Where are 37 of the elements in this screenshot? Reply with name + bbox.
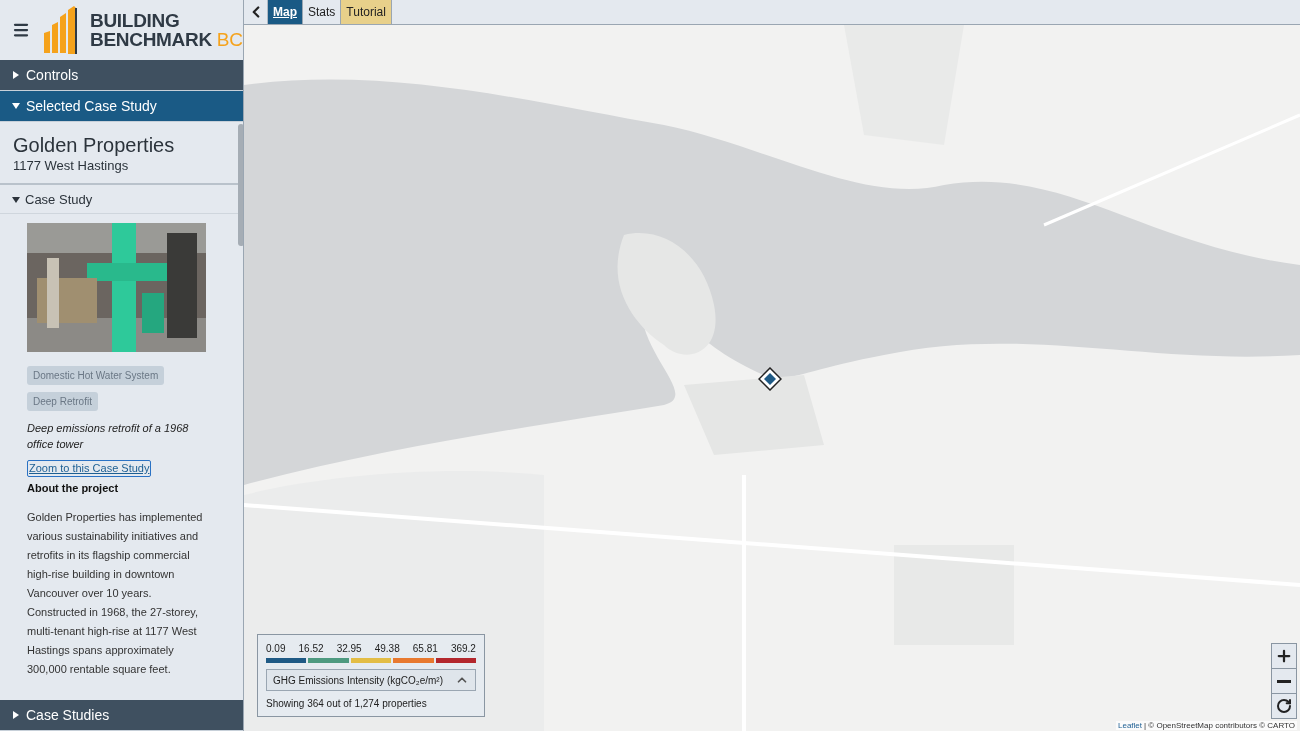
menu-icon[interactable] xyxy=(12,21,30,39)
panel-header[interactable]: Case Studies xyxy=(0,700,243,731)
zoom-out-button[interactable] xyxy=(1272,669,1296,693)
panel-header[interactable]: Selected Case Study xyxy=(0,91,243,122)
caret-icon xyxy=(12,71,20,79)
scrollbar-thumb[interactable] xyxy=(238,124,243,246)
legend-value: 0.09 xyxy=(266,643,286,654)
minus-icon xyxy=(1277,679,1291,683)
legend-value: 16.52 xyxy=(298,643,324,654)
caret-icon xyxy=(12,102,20,110)
tag: Domestic Hot Water System xyxy=(27,366,165,385)
plus-icon xyxy=(1275,647,1293,665)
metric-select[interactable]: GHG Emissions Intensity (kgCO₂e/m²) xyxy=(266,669,476,691)
about-text: Golden Properties has implemented various sustainability initiatives and retrofits in its flagship commercial high-rise building in downtown Vancouver over 10 years. Constructed in 1968, the 27-storey, multi-tenant high-rise at 1177 West Hastings spans approximately 300,000 rentable square feet. xyxy=(27,510,204,677)
leaflet-link[interactable]: Leaflet xyxy=(1118,721,1143,730)
logo-icon xyxy=(42,5,78,55)
legend-value: 369.2 xyxy=(450,643,476,654)
tab[interactable]: Map xyxy=(268,0,303,24)
case-study-summary: Deep emissions retrofit of a 1968 office tower xyxy=(27,421,190,452)
legend-value: 65.81 xyxy=(412,643,438,654)
caret-icon xyxy=(12,711,20,719)
rotate-icon xyxy=(1276,698,1292,714)
legend-value: 49.38 xyxy=(374,643,400,654)
zoom-in-button[interactable] xyxy=(1272,644,1296,668)
tab[interactable]: Tutorial xyxy=(341,0,392,24)
case-study-title: Golden Properties xyxy=(12,133,176,157)
about-heading: About the project xyxy=(27,482,119,494)
legend-value: 32.95 xyxy=(336,643,362,654)
panel-header[interactable]: Controls xyxy=(0,60,243,91)
logo-wordmark: BUILDING BENCHMARK BC xyxy=(90,11,243,49)
zoom-link[interactable]: Zoom to this Case Study xyxy=(27,460,152,477)
selected-marker-icon[interactable] xyxy=(758,367,782,391)
caret-icon xyxy=(12,195,20,204)
attribution-text: | © OpenStreetMap contributors © CARTO xyxy=(1144,721,1295,730)
tag: Deep Retrofit xyxy=(27,392,98,411)
reset-button[interactable] xyxy=(1272,694,1296,718)
property-count: Showing 364 out of 1,274 properties xyxy=(266,698,428,709)
